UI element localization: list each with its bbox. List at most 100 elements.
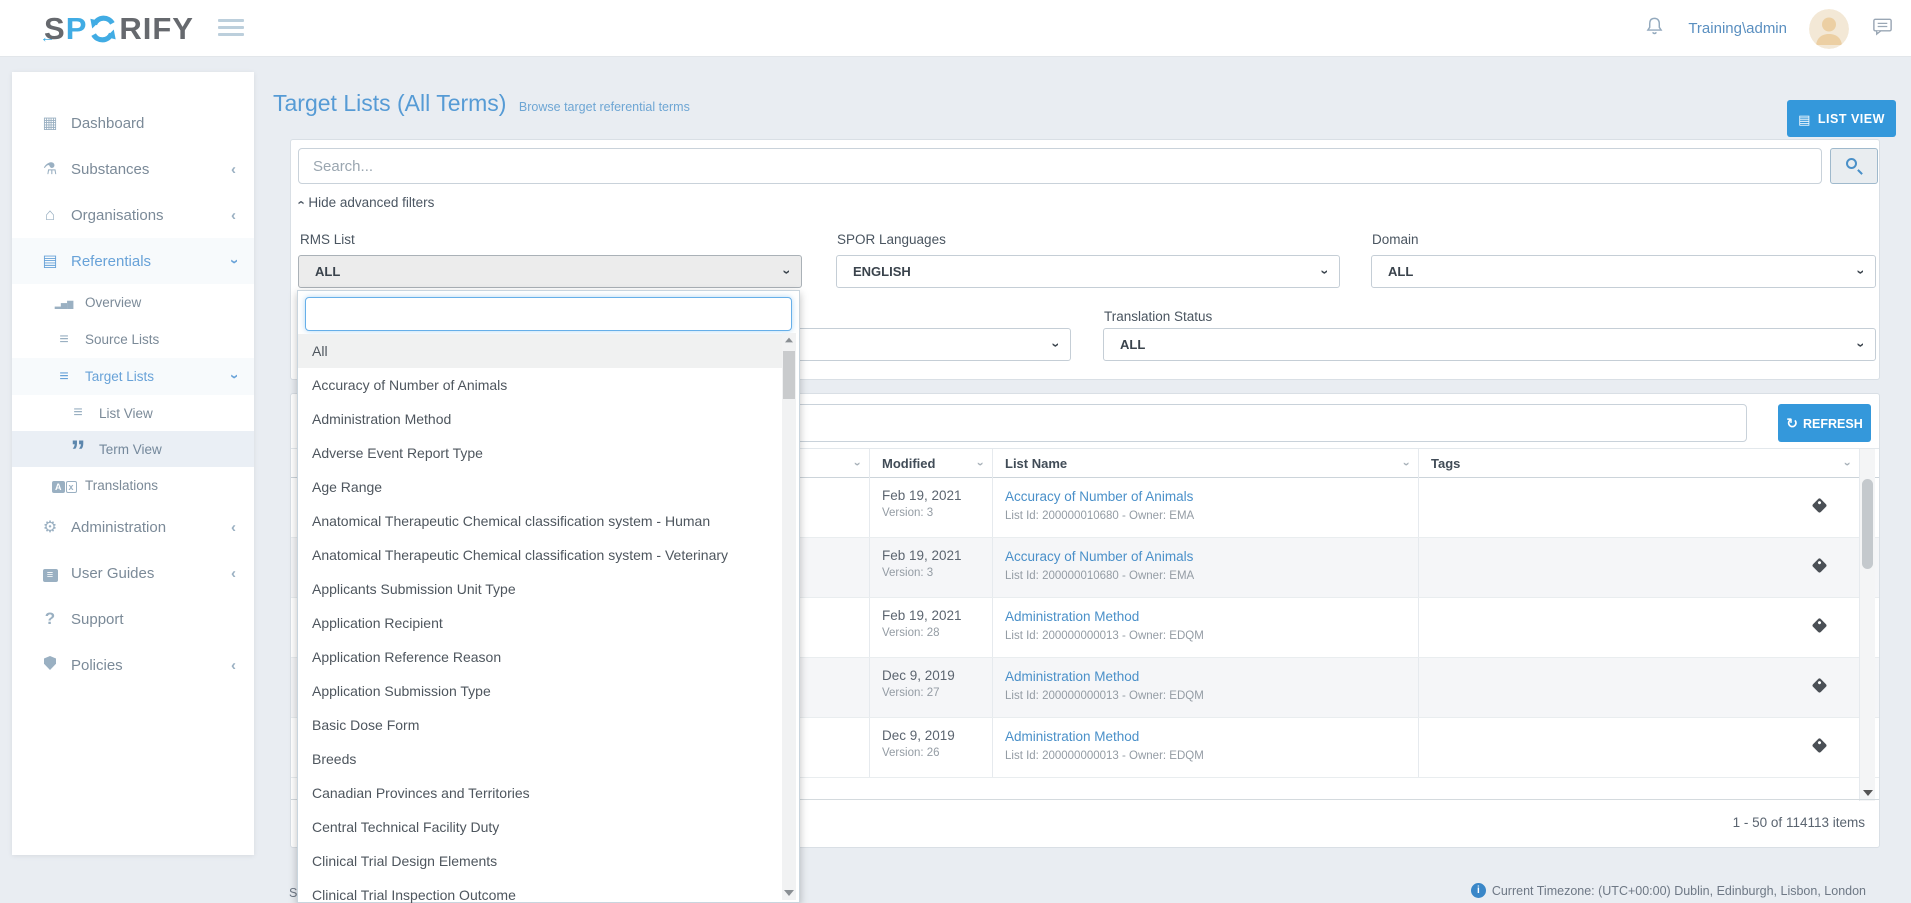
- refresh-button[interactable]: ↻REFRESH: [1778, 404, 1871, 442]
- sidebar-item-label: Translations: [85, 478, 158, 493]
- list-name-link[interactable]: Accuracy of Number of Animals: [1005, 489, 1193, 504]
- tag-icon[interactable]: [1812, 618, 1828, 634]
- rms-dropdown-option[interactable]: Age Range: [298, 470, 785, 504]
- rms-dropdown-option[interactable]: Breeds: [298, 742, 785, 776]
- flask-icon: [38, 159, 62, 179]
- sidebar-item-administration[interactable]: Administration: [12, 504, 254, 550]
- rms-dropdown-option[interactable]: Clinical Trial Design Elements: [298, 844, 785, 878]
- chevron-down-icon: ‹: [1844, 269, 1875, 274]
- app-logo[interactable]: S← P RIFY: [44, 11, 194, 47]
- rms-dropdown-option[interactable]: Accuracy of Number of Animals: [298, 368, 785, 402]
- chevron-left-icon: [231, 657, 236, 674]
- app-screen: S← P RIFY Training\admin: [0, 0, 1911, 903]
- sort-chevron-icon: ‹: [1833, 462, 1862, 466]
- column-header-tags[interactable]: Tags‹: [1418, 449, 1859, 478]
- list-name-link[interactable]: Administration Method: [1005, 609, 1139, 624]
- dropdown-filter-input[interactable]: [305, 297, 792, 331]
- question-icon: [38, 609, 62, 629]
- current-user[interactable]: Training\admin: [1688, 20, 1787, 37]
- sidebar-item-overview[interactable]: Overview: [12, 284, 254, 321]
- domain-select[interactable]: ALL‹: [1371, 255, 1876, 288]
- list-meta: List Id: 200000010680 - Owner: EMA: [1005, 570, 1418, 582]
- menu-toggle-icon[interactable]: [218, 19, 244, 40]
- sync-icon: [88, 14, 118, 44]
- version-label: Version: 27: [882, 687, 992, 699]
- version-label: Version: 26: [882, 747, 992, 759]
- tag-icon[interactable]: [1812, 678, 1828, 694]
- rms-dropdown-option[interactable]: Application Submission Type: [298, 674, 785, 708]
- rms-dropdown-option[interactable]: Basic Dose Form: [298, 708, 785, 742]
- messages-icon[interactable]: [1871, 15, 1894, 43]
- chevron-left-icon: [231, 207, 236, 224]
- scroll-up-arrow-icon[interactable]: [785, 338, 793, 343]
- rms-dropdown-option[interactable]: Application Recipient: [298, 606, 785, 640]
- rms-dropdown-option[interactable]: Applicants Submission Unit Type: [298, 572, 785, 606]
- list-view-button[interactable]: ▤LIST VIEW: [1787, 100, 1896, 137]
- scroll-down-arrow-icon[interactable]: [784, 890, 794, 896]
- translation-status-label: Translation Status: [1104, 309, 1212, 324]
- sidebar-item-organisations[interactable]: Organisations: [12, 192, 254, 238]
- sidebar-item-substances[interactable]: Substances: [12, 146, 254, 192]
- topbar: S← P RIFY Training\admin: [0, 0, 1911, 57]
- modified-date: Dec 9, 2019: [882, 728, 992, 743]
- list-sm-icon: [52, 368, 76, 386]
- spor-languages-select[interactable]: ENGLISH‹: [836, 255, 1340, 288]
- sidebar-item-referentials[interactable]: Referentials: [12, 238, 254, 284]
- chevron-down-icon: [225, 374, 242, 379]
- sidebar-item-term-view[interactable]: Term View: [12, 431, 254, 467]
- rms-list-select[interactable]: ALL‹: [298, 255, 802, 288]
- avatar[interactable]: [1809, 9, 1849, 49]
- version-label: Version: 28: [882, 627, 992, 639]
- search-input[interactable]: [298, 148, 1822, 184]
- sidebar-item-user-guides[interactable]: User Guides: [12, 550, 254, 596]
- sidebar-item-list-view[interactable]: List View: [12, 395, 254, 431]
- tag-icon[interactable]: [1812, 498, 1828, 514]
- scroll-down-arrow-icon[interactable]: [1863, 790, 1873, 796]
- column-header-list-name[interactable]: List Name‹: [992, 449, 1418, 478]
- sidebar-item-dashboard[interactable]: Dashboard: [12, 100, 254, 146]
- list-sm-icon: [52, 331, 76, 349]
- notifications-bell-icon[interactable]: [1643, 15, 1666, 43]
- quote-icon: [66, 441, 90, 458]
- modified-date: Feb 19, 2021: [882, 608, 992, 623]
- rms-dropdown-option[interactable]: Canadian Provinces and Territories: [298, 776, 785, 810]
- rms-dropdown-option[interactable]: Administration Method: [298, 402, 785, 436]
- list-meta: List Id: 200000000013 - Owner: EDQM: [1005, 690, 1418, 702]
- sidebar-item-policies[interactable]: Policies: [12, 642, 254, 688]
- chevron-down-icon: ‹: [1844, 342, 1875, 347]
- sidebar-item-label: List View: [99, 406, 153, 421]
- column-header-modified[interactable]: Modified‹: [869, 449, 992, 478]
- sidebar-item-target-lists[interactable]: Target Lists: [12, 358, 254, 395]
- search-button[interactable]: [1830, 148, 1878, 184]
- tag-icon[interactable]: [1812, 558, 1828, 574]
- rms-dropdown-option[interactable]: Anatomical Therapeutic Chemical classifi…: [298, 504, 785, 538]
- translation-status-select[interactable]: ALL‹: [1103, 328, 1876, 361]
- grid-icon: [38, 113, 62, 133]
- refresh-icon: ↻: [1786, 415, 1798, 431]
- list-name-link[interactable]: Administration Method: [1005, 729, 1139, 744]
- sidebar-item-source-lists[interactable]: Source Lists: [12, 321, 254, 358]
- version-label: Version: 3: [882, 507, 992, 519]
- table-scrollbar[interactable]: [1859, 449, 1875, 801]
- rms-dropdown-option[interactable]: Adverse Event Report Type: [298, 436, 785, 470]
- rms-dropdown-option[interactable]: Anatomical Therapeutic Chemical classifi…: [298, 538, 785, 572]
- dropdown-scrollbar[interactable]: [782, 333, 796, 900]
- sort-chevron-icon: ‹: [843, 462, 872, 466]
- pagination-summary: 1 - 50 of 114113 items: [1733, 815, 1865, 830]
- advanced-filters-toggle[interactable]: ‹Hide advanced filters: [300, 195, 434, 210]
- tag-icon[interactable]: [1812, 738, 1828, 754]
- list-name-link[interactable]: Administration Method: [1005, 669, 1139, 684]
- rms-dropdown-option[interactable]: Application Reference Reason: [298, 640, 785, 674]
- sidebar-item-support[interactable]: Support: [12, 596, 254, 642]
- scrollbar-thumb[interactable]: [1862, 479, 1873, 569]
- sidebar-item-translations[interactable]: Translations: [12, 467, 254, 504]
- rms-dropdown-option[interactable]: Central Technical Facility Duty: [298, 810, 785, 844]
- rms-dropdown-option[interactable]: Clinical Trial Inspection Outcome: [298, 878, 785, 903]
- list-name-link[interactable]: Accuracy of Number of Animals: [1005, 549, 1193, 564]
- dropdown-scrollbar-thumb[interactable]: [783, 351, 795, 399]
- rms-list-label: RMS List: [300, 232, 355, 247]
- chevron-down-icon: ‹: [1308, 269, 1339, 274]
- timezone-text: Current Timezone: (UTC+00:00) Dublin, Ed…: [1492, 884, 1866, 898]
- sidebar-item-label: Organisations: [71, 207, 164, 224]
- rms-dropdown-option[interactable]: All: [298, 334, 785, 368]
